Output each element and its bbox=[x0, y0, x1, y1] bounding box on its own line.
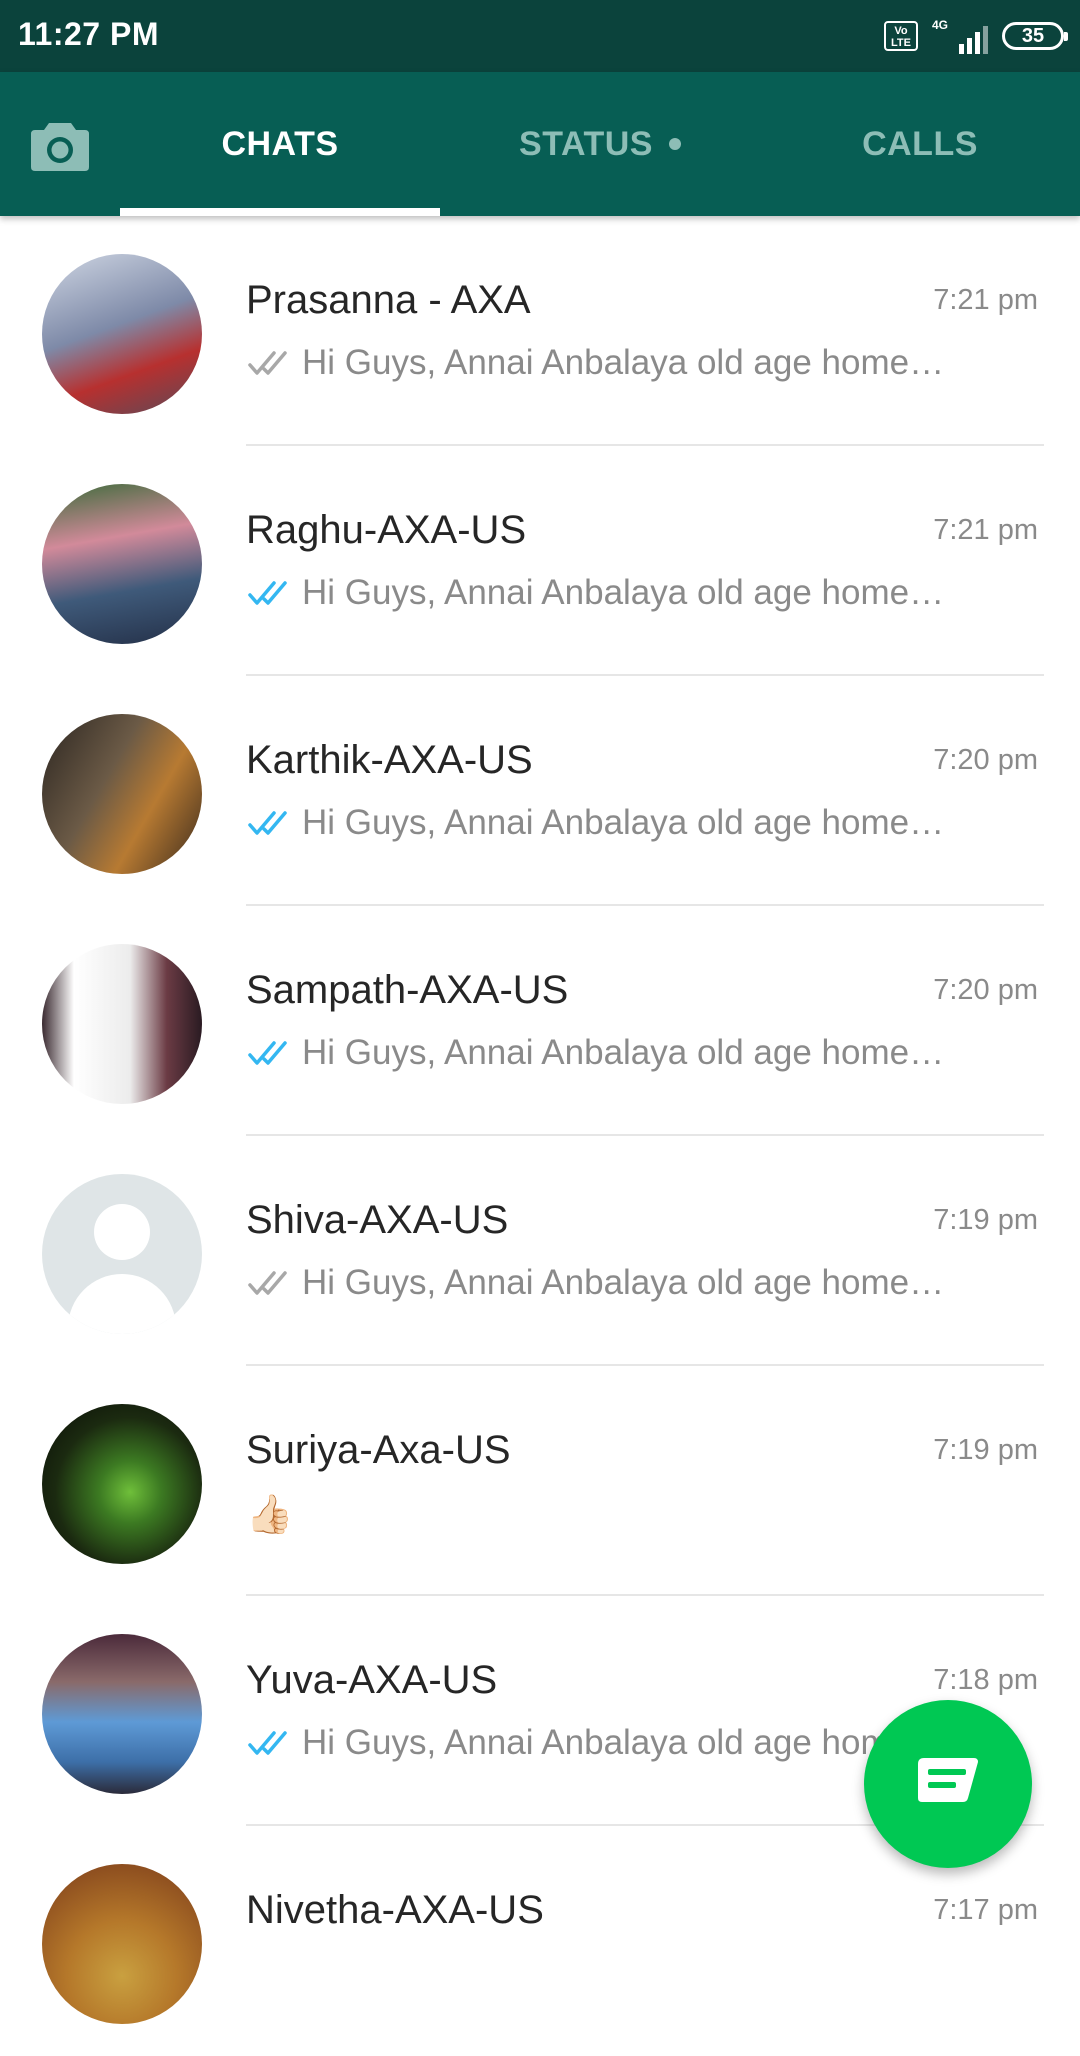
chat-name: Raghu-AXA-US bbox=[246, 508, 527, 552]
default-avatar-icon[interactable] bbox=[42, 1174, 202, 1334]
status-icons: Vo LTE 4G 35 bbox=[884, 16, 1068, 56]
chat-row[interactable]: Prasanna - AXA 7:21 pm Hi Guys, Annai An… bbox=[0, 216, 1080, 446]
chat-preview-text: Hi Guys, Annai Anbalaya old age home… bbox=[302, 343, 945, 382]
chat-time: 7:21 pm bbox=[933, 514, 1038, 546]
chat-row[interactable]: Sampath-AXA-US 7:20 pm Hi Guys, Annai An… bbox=[0, 906, 1080, 1136]
avatar[interactable] bbox=[42, 1634, 202, 1794]
chat-preview: Hi Guys, Annai Anbalaya old age home… bbox=[246, 1263, 1016, 1303]
volte-icon: Vo LTE bbox=[884, 21, 918, 51]
camera-icon[interactable] bbox=[29, 117, 91, 173]
chat-name: Yuva-AXA-US bbox=[246, 1658, 498, 1702]
app-bar: CHATS STATUS CALLS bbox=[0, 72, 1080, 216]
chat-name: Karthik-AXA-US bbox=[246, 738, 533, 782]
chat-time: 7:19 pm bbox=[933, 1204, 1038, 1236]
chat-time: 7:20 pm bbox=[933, 974, 1038, 1006]
status-time: 11:27 PM bbox=[18, 16, 159, 52]
chat-preview: 👍🏻 bbox=[246, 1493, 1016, 1537]
chat-row[interactable]: Shiva-AXA-US 7:19 pm Hi Guys, Annai Anba… bbox=[0, 1136, 1080, 1366]
chat-preview-text: Hi Guys, Annai Anbalaya old age home… bbox=[302, 1033, 945, 1072]
chat-preview: Hi Guys, Annai Anbalaya old age home… bbox=[246, 803, 1016, 843]
status-bar: 11:27 PM Vo LTE 4G 35 bbox=[0, 0, 1080, 72]
chat-time: 7:17 pm bbox=[933, 1894, 1038, 1926]
avatar[interactable] bbox=[42, 484, 202, 644]
chat-row[interactable]: Karthik-AXA-US 7:20 pm Hi Guys, Annai An… bbox=[0, 676, 1080, 906]
avatar[interactable] bbox=[42, 1864, 202, 2024]
tab-calls-label: CALLS bbox=[862, 124, 978, 163]
active-tab-indicator bbox=[120, 208, 440, 216]
chat-row[interactable]: Suriya-Axa-US 7:19 pm 👍🏻 bbox=[0, 1366, 1080, 1596]
avatar[interactable] bbox=[42, 254, 202, 414]
tab-chats[interactable]: CHATS bbox=[120, 72, 440, 216]
double-check-icon bbox=[248, 811, 287, 835]
signal-icon: 4G bbox=[932, 18, 988, 54]
double-check-icon bbox=[248, 1041, 287, 1065]
chat-name: Suriya-Axa-US bbox=[246, 1428, 511, 1472]
chat-name: Sampath-AXA-US bbox=[246, 968, 569, 1012]
double-check-icon bbox=[248, 581, 287, 605]
chat-time: 7:18 pm bbox=[933, 1664, 1038, 1696]
new-chat-button[interactable] bbox=[864, 1700, 1032, 1868]
chat-preview: Hi Guys, Annai Anbalaya old age home… bbox=[246, 1033, 1016, 1073]
battery-icon: 35 bbox=[1002, 22, 1068, 50]
chat-preview: Hi Guys, Annai Anbalaya old age home… bbox=[246, 573, 1016, 613]
network-type: 4G bbox=[932, 18, 949, 32]
chat-row[interactable]: Raghu-AXA-US 7:21 pm Hi Guys, Annai Anba… bbox=[0, 446, 1080, 676]
chat-preview-text: Hi Guys, Annai Anbalaya old age home… bbox=[302, 1263, 945, 1302]
chat-preview-text: Hi Guys, Annai Anbalaya old age home… bbox=[302, 1723, 945, 1762]
chat-preview-text: Hi Guys, Annai Anbalaya old age home… bbox=[302, 803, 945, 842]
double-check-icon bbox=[248, 1271, 287, 1295]
chat-preview-text: Hi Guys, Annai Anbalaya old age home… bbox=[302, 573, 945, 612]
double-check-icon bbox=[248, 1731, 287, 1755]
chat-name: Shiva-AXA-US bbox=[246, 1198, 509, 1242]
chat-name: Nivetha-AXA-US bbox=[246, 1888, 544, 1932]
new-chat-icon bbox=[918, 1758, 978, 1802]
chat-preview: Hi Guys, Annai Anbalaya old age home… bbox=[246, 343, 1016, 383]
status-update-dot bbox=[668, 138, 681, 150]
chat-time: 7:20 pm bbox=[933, 744, 1038, 776]
chat-time: 7:21 pm bbox=[933, 284, 1038, 316]
tab-chats-label: CHATS bbox=[221, 124, 339, 163]
double-check-icon bbox=[248, 351, 287, 375]
chat-time: 7:19 pm bbox=[933, 1434, 1038, 1466]
tab-status[interactable]: STATUS bbox=[440, 72, 760, 216]
thumbs-up-emoji: 👍🏻 bbox=[246, 1494, 294, 1536]
avatar[interactable] bbox=[42, 944, 202, 1104]
tab-calls[interactable]: CALLS bbox=[760, 72, 1080, 216]
avatar[interactable] bbox=[42, 714, 202, 874]
avatar[interactable] bbox=[42, 1404, 202, 1564]
tab-status-label: STATUS bbox=[519, 124, 653, 163]
chat-name: Prasanna - AXA bbox=[246, 278, 531, 322]
